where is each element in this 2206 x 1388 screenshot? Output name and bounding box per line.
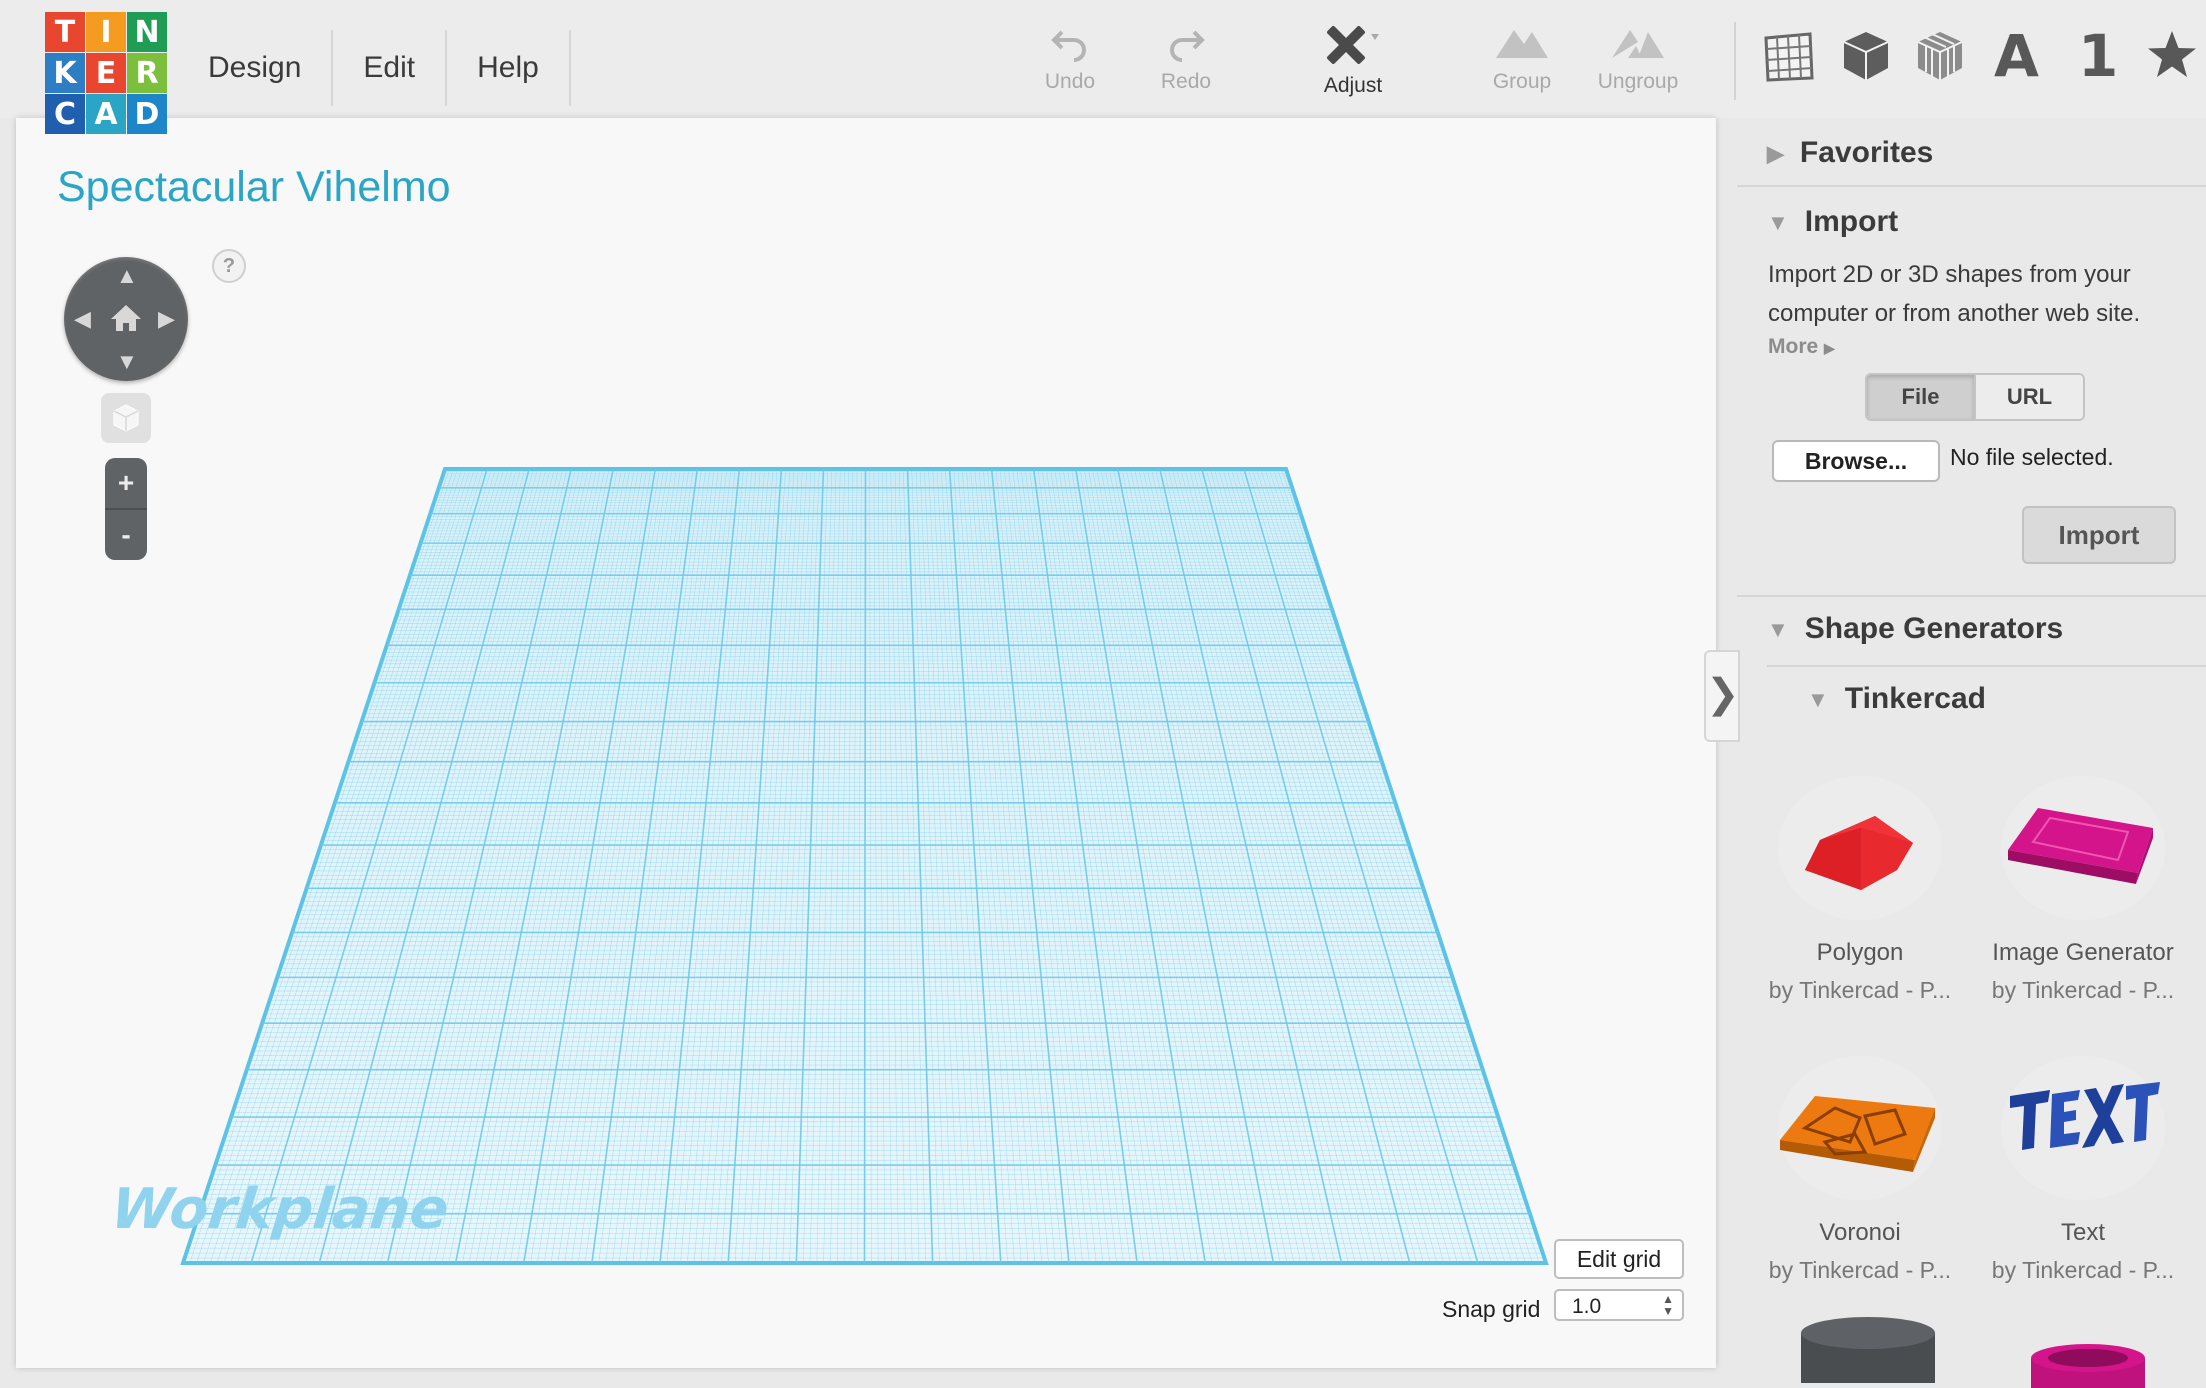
star-icon[interactable] — [2144, 28, 2200, 84]
shape-name: Image Generator — [1992, 939, 2174, 966]
logo-letter: I — [86, 12, 126, 52]
adjust-icon — [1327, 26, 1379, 64]
adjust-label: Adjust — [1323, 74, 1383, 97]
top-toolbar: T I N K E R C A D Design Edit Help Undo … — [0, 0, 2206, 134]
polygon-shape-thumbnail — [1778, 776, 1942, 920]
tinkercad-section-label: Tinkercad — [1844, 682, 1986, 715]
undo-icon — [1051, 30, 1086, 62]
shape-name: Voronoi — [1819, 1219, 1901, 1246]
text-shape-thumbnail — [2001, 1056, 2165, 1200]
shape-polygon[interactable]: Polygon by Tinkercad - P... — [1760, 758, 1960, 1004]
expand-right-icon: ▶ — [1767, 141, 1784, 167]
logo-letter: C — [45, 94, 85, 134]
redo-button[interactable]: Redo — [1131, 20, 1241, 94]
chevron-right-icon: ❯ — [1706, 672, 1740, 716]
undo-button[interactable]: Undo — [1015, 20, 1125, 94]
toolbar-divider — [1734, 22, 1736, 100]
ungroup-button[interactable]: Ungroup — [1583, 20, 1693, 94]
import-source-toggle: File URL — [1865, 373, 2085, 421]
shape-author: by Tinkercad - P... — [1991, 977, 2175, 1003]
wire-box-icon[interactable] — [1912, 28, 1968, 84]
shape-text[interactable]: Text by Tinkercad - P... — [1983, 1038, 2183, 1284]
grid-icon[interactable] — [1760, 28, 1816, 84]
shape-generators-label: Shape Generators — [1804, 612, 2064, 645]
logo-letter: K — [45, 53, 85, 93]
redo-icon — [1170, 30, 1205, 62]
import-label: Import — [1804, 205, 1899, 238]
voronoi-shape-thumbnail — [1778, 1056, 1942, 1200]
tinkercad-logo[interactable]: T I N K E R C A D — [45, 12, 167, 134]
logo-letter: R — [127, 53, 167, 93]
snap-grid-select[interactable]: 1.0 ▲ ▼ — [1554, 1289, 1684, 1321]
menu-design[interactable]: Design — [178, 30, 334, 106]
url-tab[interactable]: URL — [1974, 375, 2083, 419]
group-icon — [1496, 30, 1548, 58]
grid-line — [863, 468, 867, 1264]
right-panel: ▶ Favorites ▼ Import Import 2D or 3D shape… — [1737, 118, 2206, 1388]
file-tab[interactable]: File — [1867, 375, 1974, 419]
snap-grid-label: Snap grid — [1442, 1296, 1541, 1322]
adjust-button[interactable]: Adjust — [1298, 20, 1408, 98]
shape-name: Text — [2060, 1219, 2105, 1246]
spinner-icon: ▲ ▼ — [1662, 1292, 1674, 1318]
number-one-icon[interactable]: 1 — [2078, 22, 2118, 90]
panel-collapse-tab[interactable]: ❯ — [1704, 650, 1740, 742]
menu-help[interactable]: Help — [447, 30, 571, 106]
shape-author: by Tinkercad - P... — [1768, 977, 1952, 1003]
import-description: Import 2D or 3D shapes from your compute… — [1768, 261, 2141, 327]
browse-button[interactable]: Browse... — [1772, 440, 1940, 482]
letter-a-icon[interactable]: A — [1994, 22, 2039, 90]
shape-generators-header[interactable]: ▼ Shape Generators — [1737, 612, 2063, 646]
expand-down-icon: ▼ — [1767, 617, 1789, 643]
image-generator-shape-thumbnail — [2001, 776, 2165, 920]
favorites-label: Favorites — [1799, 136, 1934, 169]
snap-grid-value: 1.0 — [1572, 1295, 1602, 1318]
expand-down-icon: ▼ — [1807, 687, 1829, 713]
redo-label: Redo — [1160, 70, 1212, 93]
file-status-text: No file selected. — [1950, 444, 2114, 470]
ungroup-icon — [1612, 30, 1664, 58]
expand-down-icon: ▼ — [1767, 210, 1789, 236]
import-button[interactable]: Import — [2022, 506, 2176, 564]
favorites-header[interactable]: ▶ Favorites — [1737, 136, 1933, 170]
shape-author: by Tinkercad - P... — [1991, 1257, 2175, 1283]
divider — [1737, 185, 2206, 187]
logo-letter: A — [86, 94, 126, 134]
workplane-grid[interactable]: Workplane — [16, 118, 1716, 1368]
workplane-label: Workplane — [108, 1177, 452, 1242]
more-label: More — [1768, 335, 1819, 358]
ungroup-label: Ungroup — [1597, 70, 1679, 93]
tube-shape-thumbnail[interactable] — [2007, 1338, 2167, 1388]
cylinder-shape-thumbnail[interactable] — [1787, 1313, 1947, 1383]
logo-letter: D — [127, 94, 167, 134]
design-workspace[interactable]: Spectacular Vihelmo ? ▲ ▼ ◀ ▶ + - Workpl… — [16, 118, 1716, 1368]
shape-image-generator[interactable]: Image Generator by Tinkercad - P... — [1983, 758, 2183, 1004]
caret-right-icon: ▶ — [1824, 340, 1835, 356]
shape-voronoi[interactable]: Voronoi by Tinkercad - P... — [1760, 1038, 1960, 1284]
more-link[interactable]: More ▶ — [1768, 335, 1835, 359]
tinkercad-section-header[interactable]: ▼ Tinkercad — [1777, 682, 1986, 716]
main-menu: Design Edit Help — [178, 30, 571, 106]
logo-letter: E — [86, 53, 126, 93]
menu-edit[interactable]: Edit — [333, 30, 448, 106]
undo-label: Undo — [1044, 70, 1096, 93]
edit-grid-button[interactable]: Edit grid — [1554, 1239, 1684, 1279]
logo-letter: T — [45, 12, 85, 52]
shape-name: Polygon — [1816, 939, 1904, 966]
box-icon[interactable] — [1838, 28, 1894, 84]
divider — [1767, 665, 2206, 667]
logo-letter: N — [127, 12, 167, 52]
shape-author: by Tinkercad - P... — [1768, 1257, 1952, 1283]
import-header[interactable]: ▼ Import — [1737, 205, 1898, 239]
group-button[interactable]: Group — [1467, 20, 1577, 94]
divider — [1737, 595, 2206, 597]
group-label: Group — [1492, 70, 1552, 93]
